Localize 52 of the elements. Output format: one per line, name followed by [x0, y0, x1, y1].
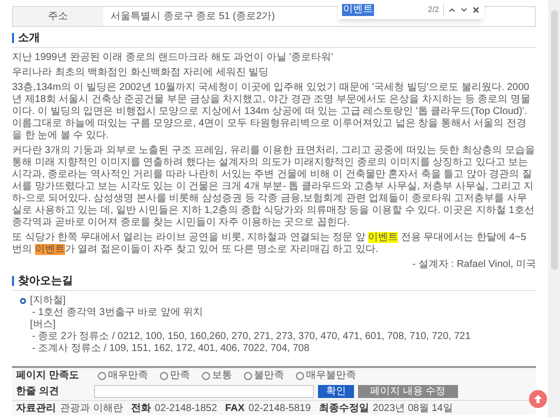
section-heading: 소개 — [18, 31, 40, 45]
bullet-icon — [20, 298, 26, 304]
table-header-cell: 주소 — [12, 6, 102, 26]
info-label: 최종수정일 — [318, 402, 369, 416]
radio-button[interactable] — [98, 372, 106, 380]
form-button[interactable]: 페이지 내용 수정 — [358, 385, 458, 398]
paragraph: 또 식당가 한쪽 무대에서 열리는 라이브 공연을 비롯, 지하철과 연결되는 정문 앞 이벤트 전용 무대에서는 한달에 4~5번의 이벤트가 열려 젊은이들이 자주 찾고 있어 또 다른 명소로 자리매김 하고 있다. — [12, 232, 528, 256]
directions-label: [지하철] — [30, 295, 66, 307]
comment-label: 한줄 의견 — [16, 385, 60, 399]
radio-label: 만족 — [170, 369, 190, 383]
radio-label: 불만족 — [254, 369, 284, 383]
directions-line: - 조계사 정류소 / 109, 151, 162, 172, 401, 406, 7022, 704, 708 — [31, 343, 310, 355]
scroll-to-top-button[interactable] — [529, 390, 547, 408]
scrollbar[interactable] — [548, 0, 560, 417]
satisfaction-label: 페이지 만족도 — [16, 369, 80, 383]
info-value: 02-2148-5819 — [248, 402, 311, 416]
directions-line: - 1호선 종각역 3번출구 바로 앞에 위치 — [31, 307, 204, 319]
section-heading: 찾아오는길 — [18, 274, 73, 288]
designer-credit: - 설계자 : Rafael Vinol, 미국 — [412, 259, 536, 271]
info-label: 자료관리 — [16, 402, 56, 416]
radio-label: 매우불만족 — [306, 369, 356, 383]
match-count: 2/2 — [428, 4, 444, 16]
paragraph: 우리나라 최초의 백화점인 화신백화점 자리에 세워진 빌딩 — [12, 67, 270, 79]
directions-label: [버스] — [30, 319, 56, 331]
scrollbar-thumb[interactable] — [550, 10, 558, 270]
radio-button[interactable] — [202, 372, 210, 380]
radio-label: 보통 — [212, 369, 232, 383]
search-match: 이벤트 — [34, 244, 65, 255]
info-value: 02-2148-1852 — [154, 402, 218, 416]
previous-match-icon[interactable] — [448, 6, 456, 14]
up-arrow-icon — [533, 394, 543, 404]
find-field[interactable]: 이벤트 — [342, 4, 424, 16]
search-match: 이벤트 — [368, 232, 398, 243]
radio-button[interactable] — [244, 372, 252, 380]
close-icon[interactable] — [472, 6, 480, 14]
info-label: 전화 — [130, 402, 151, 416]
next-match-icon[interactable] — [460, 6, 468, 14]
info-label: FAX — [225, 402, 245, 416]
comment-field[interactable] — [94, 385, 314, 398]
heading-marker — [12, 33, 14, 43]
heading-marker — [12, 276, 14, 286]
paragraph: 커다란 3개의 기둥과 외부로 노출된 구조 프레임, 유리를 이용한 표면처리, 그리고 공중에 떠있는 듯한 최상층의 모습을 통해 미래 지향적인 이미지를 연출하려 했다는 설계자의 의도가 미래지향적인 종로의 이미지를 상징하고 있다고 보는 시각과, 종로라는 역사적인 거리를 따라 나란히 서있는 주변 건물에 비해 이 건축물만 혼자서 축을 틀고 앉아 경관의 질서를 망가뜨렸다고 보는 시각도 있는 이 건물은 크게 4개 부분- 톱 클라우드와 고층부 사무실, 저층부 사무실, 그리고 지하-으로 되어있다. 삼성생명 본사를 비롯해 삼성증권 등 각종 금융,보험회계 관련 업체들이 종로타워 고저층부를 사무실로 사용하고 있는 데, 일반 시민들은 지하 1,2층의 종합 식당가와 의류매장 등을 이용할 수 있다. 이곳은 지하철 1호선 종각역과 곧바로 이어져 종로를 찾는 시민들이 자주 이용하는 곳으로 꼽힌다. — [12, 145, 536, 229]
paragraph: 33층,134m의 이 빌딩은 2002년 10월까지 국세청이 이곳에 입주해 있었기 때문에 '국세청 빌딩'으로도 불리웠다. 2000년 제18회 서울시 건축상 준공건물 부문 금상을 차지했고, 야간 경관 조명 부문에서도 은상을 차지하는 등 종로의 명물이다. 이 빌딩의 입면은 비행접시 모양으로 지상에서 134m 상공에 떠 있는 고급 레스토랑인 '톱 클라우드(Top Cloud)'. 이름그대로 하늘에 떠있는 구름 모양으로, 4면이 모두 타원형유리벽으로 이루어져있고 넓은 창을 통해서 서울의 전경을 한 눈에 볼 수 있다. — [12, 82, 532, 142]
form-button[interactable]: 확인 — [318, 385, 354, 398]
radio-button[interactable] — [160, 372, 168, 380]
radio-button[interactable] — [296, 372, 304, 380]
radio-label: 매우만족 — [108, 369, 148, 383]
table-cell: 서울특별시 종로구 종로 51 (종로2가) — [110, 11, 275, 22]
directions-line: - 종로 2가 정류소 / 0212, 100, 150, 160,260, 270, 271, 273, 370, 470, 471, 601, 708, 710, 720, 721 — [31, 331, 472, 343]
info-value: 2023년 08월 14일 — [372, 402, 453, 416]
info-value: 관광과 이해란 — [60, 402, 123, 416]
paragraph: 지난 1999년 완공된 이래 종로의 랜드마크라 해도 과언이 아닐 '종로타워' — [12, 52, 334, 64]
